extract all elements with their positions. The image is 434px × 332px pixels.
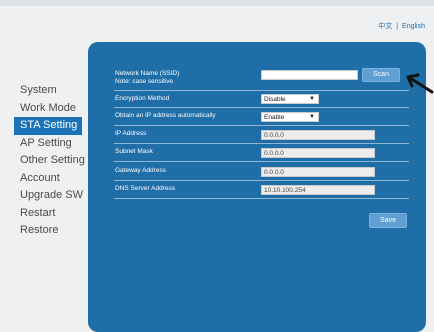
row-divider (114, 180, 409, 181)
ssid-label: Network Name (SSID) (115, 70, 180, 77)
language-switch: 中文 | English (377, 21, 426, 31)
subnet-mask-field[interactable] (261, 148, 375, 158)
ssid-note: Note: case sensitive (115, 78, 174, 85)
top-strip (0, 0, 434, 6)
dhcp-label: Obtain an IP address automatically (115, 112, 216, 119)
sidebar-item-work-mode[interactable]: Work Mode (20, 100, 82, 118)
sidebar-item-ap-setting[interactable]: AP Setting (20, 135, 82, 153)
sidebar-item-upgrade-sw[interactable]: Upgrade SW (20, 187, 83, 205)
sidebar-item-sta-setting[interactable]: STA Setting (14, 117, 82, 135)
lang-separator: | (396, 23, 399, 30)
gateway-label: Gateway Address (115, 167, 166, 174)
row-divider (114, 125, 409, 126)
encryption-select[interactable]: Disable ▼ (261, 94, 319, 104)
sidebar-item-system[interactable]: System (20, 82, 82, 100)
ip-address-label: IP Address (115, 130, 147, 137)
encryption-selected-value: Disable (264, 96, 286, 103)
row-divider (114, 143, 409, 144)
row-divider (114, 161, 409, 162)
save-button[interactable]: Save (369, 213, 407, 228)
row-divider (114, 107, 409, 108)
row-divider (114, 90, 409, 91)
pointer-arrow-icon (406, 73, 434, 94)
subnet-mask-label: Subnet Mask (115, 148, 153, 155)
dropdown-arrow-icon: ▼ (309, 96, 315, 102)
row-divider (114, 198, 409, 199)
sidebar-item-restore[interactable]: Restore (20, 222, 82, 240)
ssid-input[interactable] (261, 70, 358, 80)
ip-address-field[interactable] (261, 130, 375, 140)
dhcp-select[interactable]: Enable ▼ (261, 112, 319, 122)
dns-server-field[interactable] (261, 185, 375, 195)
sidebar-nav: System Work Mode STA Setting AP Setting … (14, 82, 85, 240)
lang-chinese-link[interactable]: 中文 (378, 23, 392, 30)
dns-server-label: DNS Server Address (115, 185, 175, 192)
scan-button[interactable]: Scan (362, 68, 400, 82)
gateway-field[interactable] (261, 167, 375, 177)
sidebar-item-other-setting[interactable]: Other Setting (20, 152, 85, 170)
sidebar-item-restart[interactable]: Restart (20, 205, 82, 223)
dropdown-arrow-icon: ▼ (309, 114, 315, 120)
sidebar-item-account[interactable]: Account (20, 170, 82, 188)
dhcp-selected-value: Enable (264, 114, 285, 121)
lang-english-link[interactable]: English (402, 23, 425, 30)
encryption-label: Encryption Method (115, 95, 170, 102)
